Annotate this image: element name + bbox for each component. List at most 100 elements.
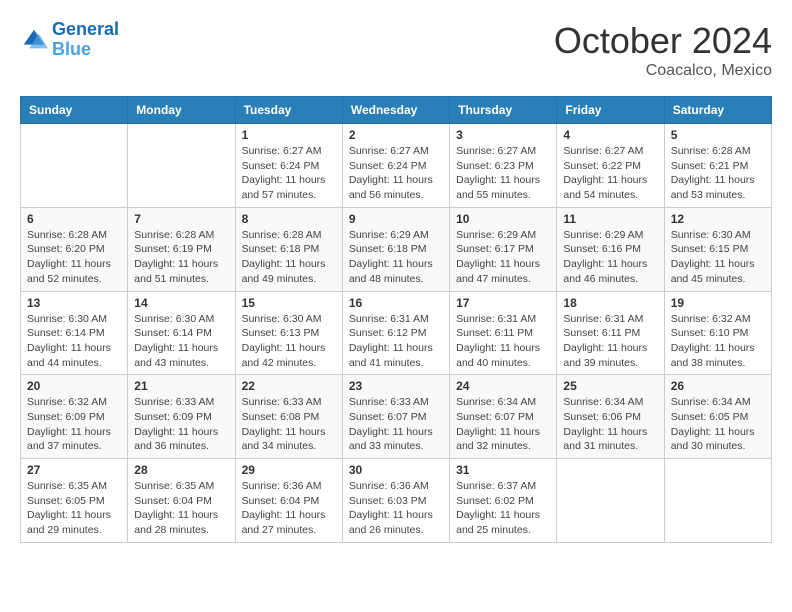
day-number: 20 xyxy=(27,379,121,393)
calendar-cell: 2 Sunrise: 6:27 AMSunset: 6:24 PMDaylight… xyxy=(342,124,449,208)
day-number: 23 xyxy=(349,379,443,393)
calendar-cell xyxy=(128,124,235,208)
calendar-cell: 6 Sunrise: 6:28 AMSunset: 6:20 PMDaylight… xyxy=(21,207,128,291)
month-title: October 2024 xyxy=(554,20,772,62)
calendar-cell: 15 Sunrise: 6:30 AMSunset: 6:13 PMDayligh… xyxy=(235,291,342,375)
day-number: 17 xyxy=(456,296,550,310)
day-detail: Sunrise: 6:27 AMSunset: 6:23 PMDaylight:… xyxy=(456,144,550,203)
calendar-cell: 14 Sunrise: 6:30 AMSunset: 6:14 PMDayligh… xyxy=(128,291,235,375)
day-number: 3 xyxy=(456,128,550,142)
day-detail: Sunrise: 6:34 AMSunset: 6:06 PMDaylight:… xyxy=(563,395,657,454)
location: Coacalco, Mexico xyxy=(554,62,772,80)
day-number: 12 xyxy=(671,212,765,226)
day-detail: Sunrise: 6:30 AMSunset: 6:13 PMDaylight:… xyxy=(242,312,336,371)
calendar-cell: 8Sunrise: 6:28 AMSunset: 6:18 PMDaylight… xyxy=(235,207,342,291)
weekday-header-sunday: Sunday xyxy=(21,97,128,124)
calendar-cell: 7Sunrise: 6:28 AMSunset: 6:19 PMDaylight… xyxy=(128,207,235,291)
calendar-cell xyxy=(21,124,128,208)
calendar-cell: 30Sunrise: 6:36 AMSunset: 6:03 PMDayligh… xyxy=(342,459,449,543)
calendar-cell: 31 Sunrise: 6:37 AMSunset: 6:02 PMDayligh… xyxy=(450,459,557,543)
day-detail: Sunrise: 6:29 AMSunset: 6:18 PMDaylight:… xyxy=(349,228,443,287)
day-detail: Sunrise: 6:34 AMSunset: 6:07 PMDaylight:… xyxy=(456,395,550,454)
day-detail: Sunrise: 6:32 AMSunset: 6:09 PMDaylight:… xyxy=(27,395,121,454)
calendar-cell: 1 Sunrise: 6:27 AMSunset: 6:24 PMDaylight… xyxy=(235,124,342,208)
day-detail: Sunrise: 6:31 AMSunset: 6:11 PMDaylight:… xyxy=(563,312,657,371)
logo-icon xyxy=(20,26,48,54)
calendar-week-2: 6 Sunrise: 6:28 AMSunset: 6:20 PMDaylight… xyxy=(21,207,772,291)
day-number: 31 xyxy=(456,463,550,477)
day-detail: Sunrise: 6:30 AMSunset: 6:15 PMDaylight:… xyxy=(671,228,765,287)
day-number: 13 xyxy=(27,296,121,310)
day-number: 5 xyxy=(671,128,765,142)
weekday-header-tuesday: Tuesday xyxy=(235,97,342,124)
weekday-header-thursday: Thursday xyxy=(450,97,557,124)
day-detail: Sunrise: 6:29 AMSunset: 6:16 PMDaylight:… xyxy=(563,228,657,287)
calendar-cell xyxy=(557,459,664,543)
day-detail: Sunrise: 6:33 AMSunset: 6:08 PMDaylight:… xyxy=(242,395,336,454)
calendar-cell: 17 Sunrise: 6:31 AMSunset: 6:11 PMDayligh… xyxy=(450,291,557,375)
calendar-cell: 26 Sunrise: 6:34 AMSunset: 6:05 PMDayligh… xyxy=(664,375,771,459)
day-detail: Sunrise: 6:29 AMSunset: 6:17 PMDaylight:… xyxy=(456,228,550,287)
calendar-cell: 22 Sunrise: 6:33 AMSunset: 6:08 PMDayligh… xyxy=(235,375,342,459)
day-number: 26 xyxy=(671,379,765,393)
calendar-body: 1 Sunrise: 6:27 AMSunset: 6:24 PMDaylight… xyxy=(21,124,772,543)
day-number: 16 xyxy=(349,296,443,310)
day-number: 6 xyxy=(27,212,121,226)
calendar-cell: 18 Sunrise: 6:31 AMSunset: 6:11 PMDayligh… xyxy=(557,291,664,375)
day-detail: Sunrise: 6:31 AMSunset: 6:11 PMDaylight:… xyxy=(456,312,550,371)
weekday-header-friday: Friday xyxy=(557,97,664,124)
day-number: 1 xyxy=(242,128,336,142)
calendar-week-3: 13 Sunrise: 6:30 AMSunset: 6:14 PMDayligh… xyxy=(21,291,772,375)
day-number: 24 xyxy=(456,379,550,393)
weekday-header-saturday: Saturday xyxy=(664,97,771,124)
day-detail: Sunrise: 6:27 AMSunset: 6:24 PMDaylight:… xyxy=(349,144,443,203)
day-number: 15 xyxy=(242,296,336,310)
day-number: 2 xyxy=(349,128,443,142)
calendar-cell: 10 Sunrise: 6:29 AMSunset: 6:17 PMDayligh… xyxy=(450,207,557,291)
calendar-cell: 25 Sunrise: 6:34 AMSunset: 6:06 PMDayligh… xyxy=(557,375,664,459)
weekday-header-wednesday: Wednesday xyxy=(342,97,449,124)
day-number: 28 xyxy=(134,463,228,477)
logo: General Blue xyxy=(20,20,119,60)
calendar-header-row: SundayMondayTuesdayWednesdayThursdayFrid… xyxy=(21,97,772,124)
day-detail: Sunrise: 6:34 AMSunset: 6:05 PMDaylight:… xyxy=(671,395,765,454)
calendar-cell: 21Sunrise: 6:33 AMSunset: 6:09 PMDayligh… xyxy=(128,375,235,459)
day-detail: Sunrise: 6:35 AMSunset: 6:04 PMDaylight:… xyxy=(134,479,228,538)
calendar-cell: 20 Sunrise: 6:32 AMSunset: 6:09 PMDayligh… xyxy=(21,375,128,459)
day-number: 10 xyxy=(456,212,550,226)
day-number: 18 xyxy=(563,296,657,310)
day-detail: Sunrise: 6:30 AMSunset: 6:14 PMDaylight:… xyxy=(27,312,121,371)
day-number: 27 xyxy=(27,463,121,477)
calendar-cell: 19Sunrise: 6:32 AMSunset: 6:10 PMDayligh… xyxy=(664,291,771,375)
calendar-table: SundayMondayTuesdayWednesdayThursdayFrid… xyxy=(20,96,772,543)
calendar-cell: 11Sunrise: 6:29 AMSunset: 6:16 PMDayligh… xyxy=(557,207,664,291)
day-detail: Sunrise: 6:30 AMSunset: 6:14 PMDaylight:… xyxy=(134,312,228,371)
day-number: 29 xyxy=(242,463,336,477)
calendar-cell: 16Sunrise: 6:31 AMSunset: 6:12 PMDayligh… xyxy=(342,291,449,375)
page-header: General Blue October 2024 Coacalco, Mexi… xyxy=(20,20,772,80)
calendar-cell: 4Sunrise: 6:27 AMSunset: 6:22 PMDaylight… xyxy=(557,124,664,208)
day-detail: Sunrise: 6:36 AMSunset: 6:04 PMDaylight:… xyxy=(242,479,336,538)
weekday-header-monday: Monday xyxy=(128,97,235,124)
day-detail: Sunrise: 6:35 AMSunset: 6:05 PMDaylight:… xyxy=(27,479,121,538)
day-number: 7 xyxy=(134,212,228,226)
day-detail: Sunrise: 6:27 AMSunset: 6:24 PMDaylight:… xyxy=(242,144,336,203)
day-detail: Sunrise: 6:32 AMSunset: 6:10 PMDaylight:… xyxy=(671,312,765,371)
calendar-cell: 29 Sunrise: 6:36 AMSunset: 6:04 PMDayligh… xyxy=(235,459,342,543)
day-number: 25 xyxy=(563,379,657,393)
calendar-week-1: 1 Sunrise: 6:27 AMSunset: 6:24 PMDaylight… xyxy=(21,124,772,208)
day-number: 9 xyxy=(349,212,443,226)
day-detail: Sunrise: 6:37 AMSunset: 6:02 PMDaylight:… xyxy=(456,479,550,538)
day-detail: Sunrise: 6:33 AMSunset: 6:09 PMDaylight:… xyxy=(134,395,228,454)
calendar-cell: 23Sunrise: 6:33 AMSunset: 6:07 PMDayligh… xyxy=(342,375,449,459)
day-number: 4 xyxy=(563,128,657,142)
calendar-cell: 13 Sunrise: 6:30 AMSunset: 6:14 PMDayligh… xyxy=(21,291,128,375)
calendar-cell: 27 Sunrise: 6:35 AMSunset: 6:05 PMDayligh… xyxy=(21,459,128,543)
calendar-week-4: 20 Sunrise: 6:32 AMSunset: 6:09 PMDayligh… xyxy=(21,375,772,459)
calendar-cell: 3 Sunrise: 6:27 AMSunset: 6:23 PMDaylight… xyxy=(450,124,557,208)
calendar-cell: 9 Sunrise: 6:29 AMSunset: 6:18 PMDaylight… xyxy=(342,207,449,291)
day-detail: Sunrise: 6:28 AMSunset: 6:20 PMDaylight:… xyxy=(27,228,121,287)
calendar-cell: 24 Sunrise: 6:34 AMSunset: 6:07 PMDayligh… xyxy=(450,375,557,459)
day-number: 14 xyxy=(134,296,228,310)
day-number: 22 xyxy=(242,379,336,393)
